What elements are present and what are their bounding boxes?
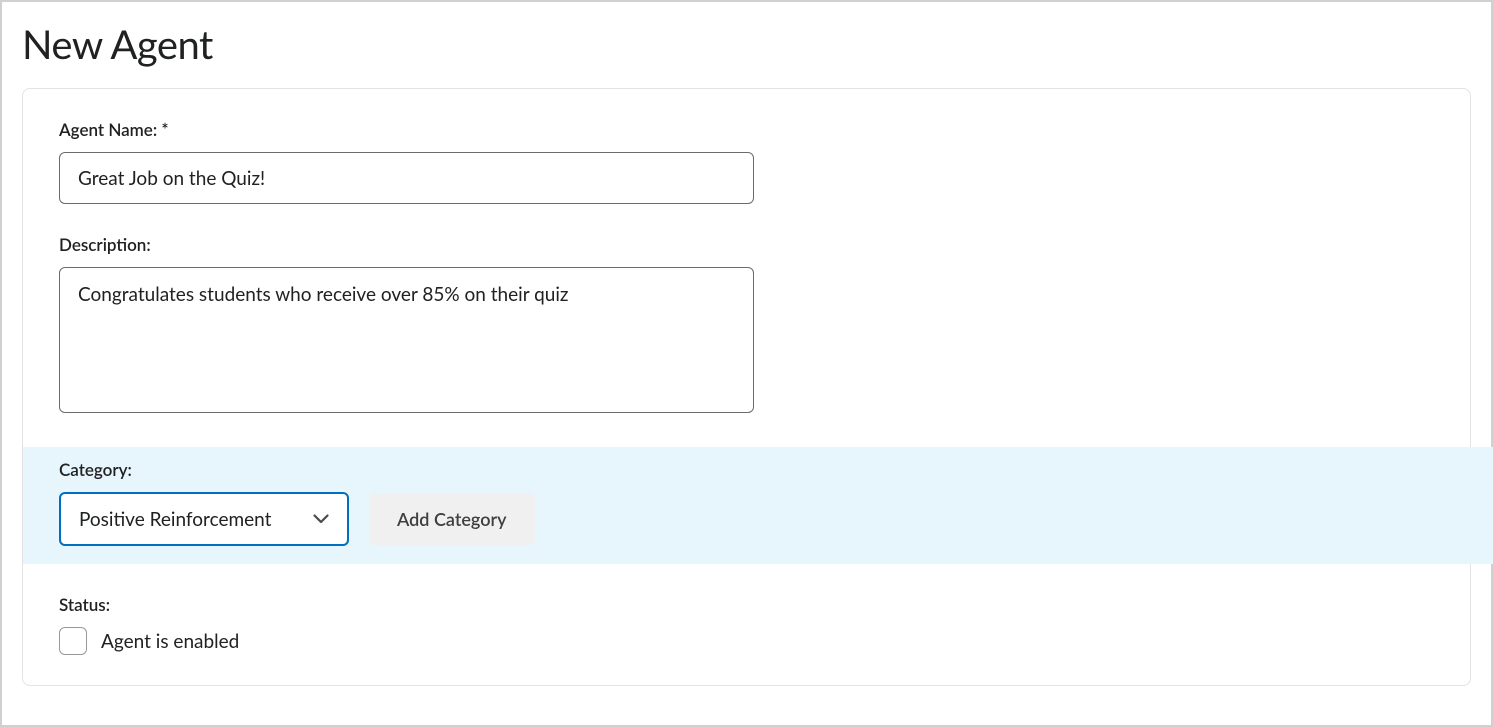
- page-title: New Agent: [2, 2, 1491, 88]
- category-controls: Positive Reinforcement Add Category: [59, 492, 1484, 546]
- add-category-button[interactable]: Add Category: [369, 493, 535, 545]
- chevron-down-icon: [313, 514, 329, 524]
- agent-enabled-label: Agent is enabled: [101, 630, 239, 653]
- status-row: Agent is enabled: [59, 627, 1434, 655]
- agent-name-group: Agent Name: *: [59, 119, 1434, 204]
- status-label: Status:: [59, 594, 1434, 615]
- category-selected-value: Positive Reinforcement: [79, 508, 271, 531]
- agent-name-input[interactable]: [59, 152, 754, 204]
- category-group: Category: Positive Reinforcement Add Cat…: [23, 447, 1493, 564]
- description-label: Description:: [59, 234, 1434, 255]
- agent-name-label: Agent Name: *: [59, 119, 1434, 140]
- description-group: Description: Congratulates students who …: [59, 234, 1434, 417]
- category-select[interactable]: Positive Reinforcement: [59, 492, 349, 546]
- category-label: Category:: [59, 459, 1484, 480]
- status-group: Status: Agent is enabled: [59, 594, 1434, 655]
- form-panel: Agent Name: * Description: Congratulates…: [22, 88, 1471, 686]
- description-input[interactable]: Congratulates students who receive over …: [59, 267, 754, 413]
- agent-enabled-checkbox[interactable]: [59, 627, 87, 655]
